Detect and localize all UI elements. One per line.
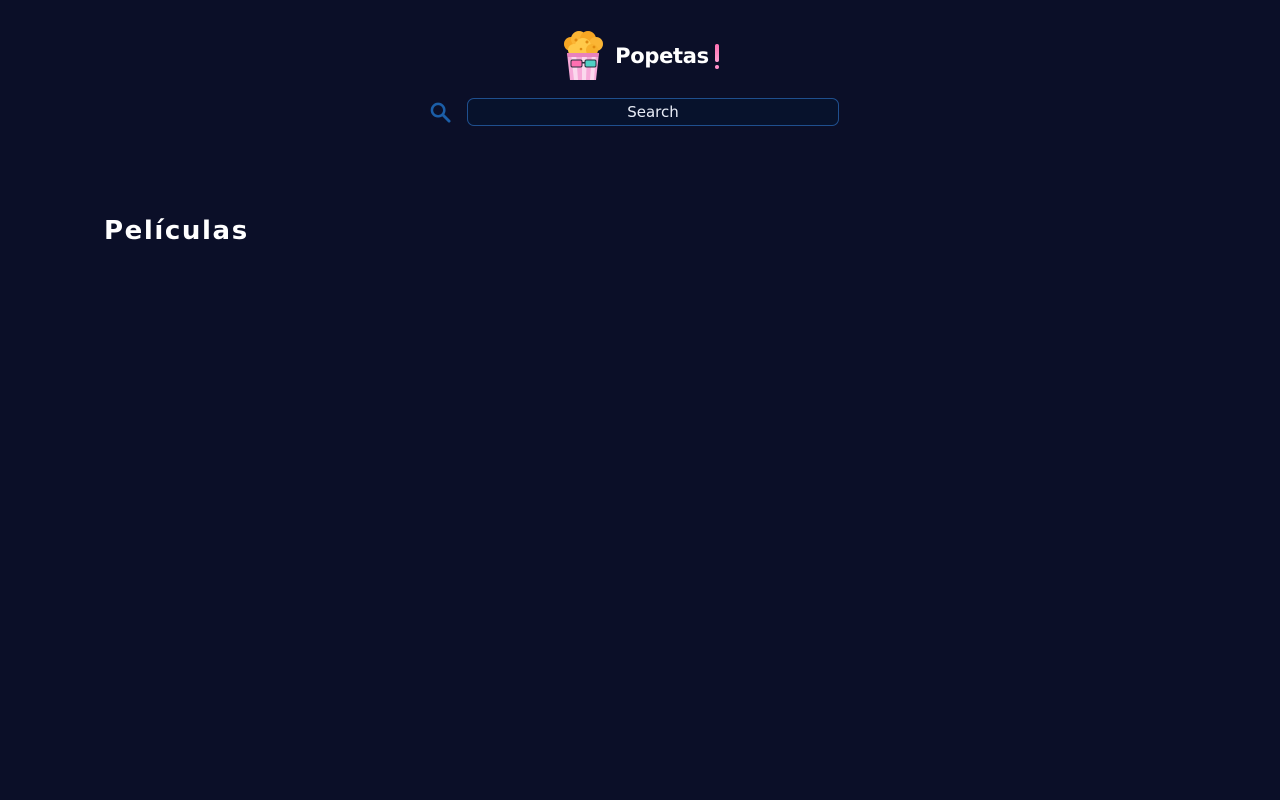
brand-header: Popetas [0, 30, 1280, 82]
search-icon[interactable] [430, 102, 451, 123]
search-bar [430, 97, 839, 127]
brand-exclamation-mark [714, 44, 719, 70]
popcorn-bucket-icon[interactable] [561, 30, 605, 82]
movie-list [104, 270, 1176, 750]
page: Popetas Películas [0, 0, 1280, 800]
section-title-movies: Películas [104, 216, 249, 246]
brand-name-text: Popetas [615, 44, 709, 68]
brand-title[interactable]: Popetas [615, 42, 719, 70]
search-input[interactable] [467, 98, 839, 126]
